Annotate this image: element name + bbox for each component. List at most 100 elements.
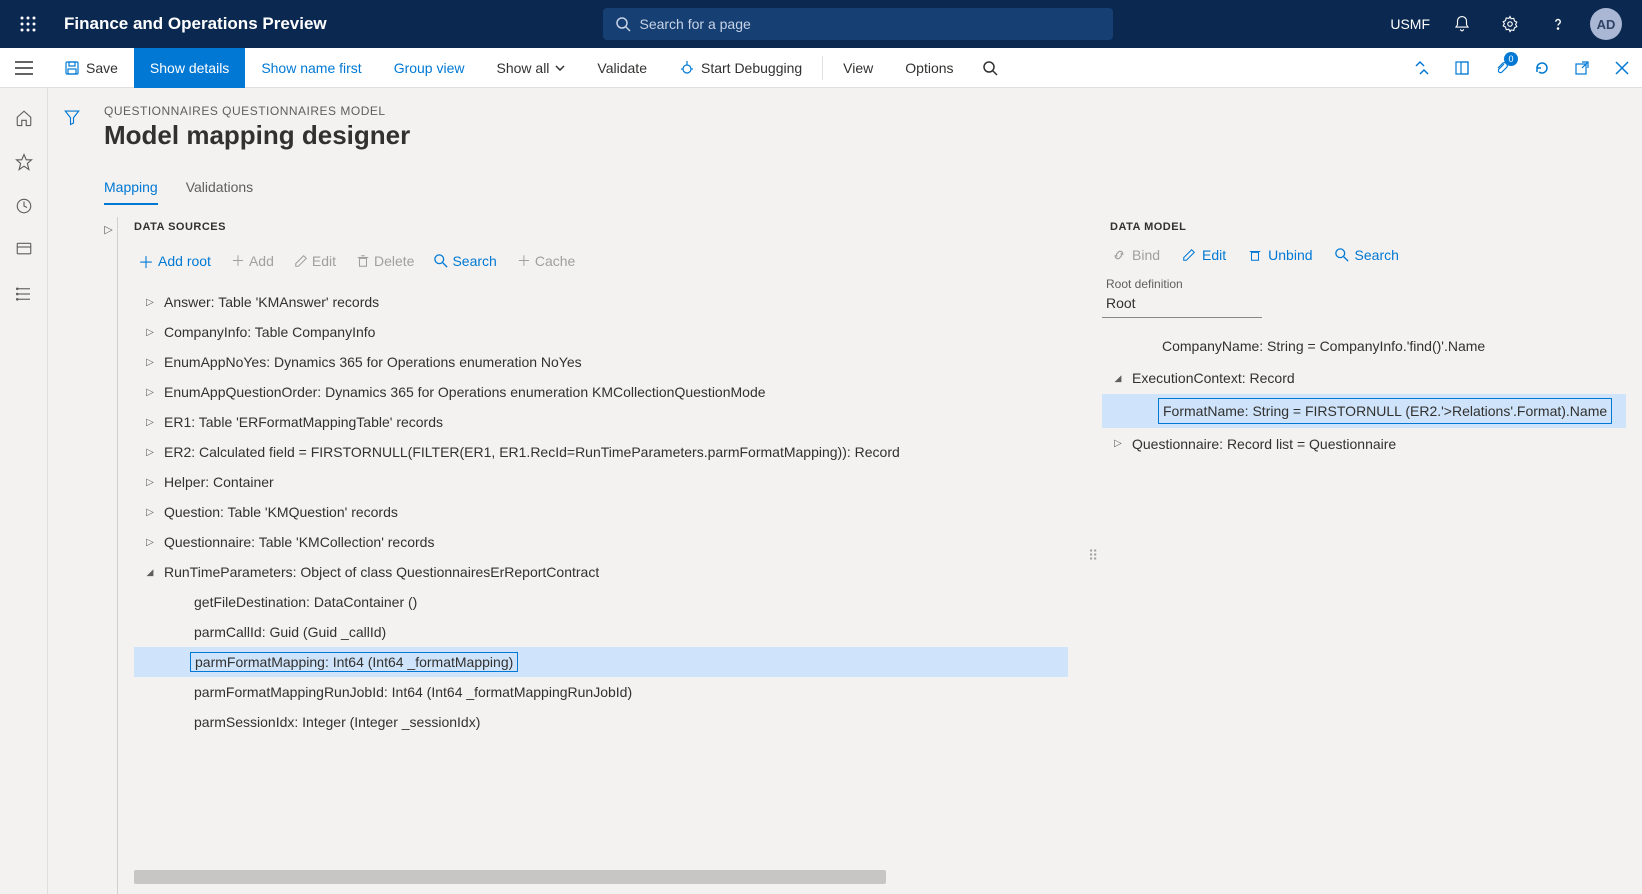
tree-item-label: Helper: Container (160, 474, 274, 490)
home-icon[interactable] (14, 108, 34, 128)
ds-tree-row[interactable]: ▷Question: Table 'KMQuestion' records (134, 497, 1068, 527)
ds-tree-row[interactable]: ▷ER1: Table 'ERFormatMappingTable' recor… (134, 407, 1068, 437)
data-model-tree[interactable]: CompanyName: String = CompanyInfo.'find(… (1102, 330, 1626, 460)
modules-icon[interactable] (14, 284, 34, 304)
workspaces-icon[interactable] (14, 240, 34, 260)
trash-icon (1248, 248, 1262, 262)
global-search[interactable] (603, 8, 1113, 40)
ds-tree-row[interactable]: ▷Questionnaire: Table 'KMCollection' rec… (134, 527, 1068, 557)
ds-tree-row[interactable]: parmCallId: Guid (Guid _callId) (134, 617, 1068, 647)
cache-button[interactable]: ＋Cache (517, 251, 575, 271)
tree-item-label: parmFormatMappingRunJobId: Int64 (Int64 … (190, 684, 632, 700)
splitter-handle[interactable]: ⠿ (1088, 547, 1098, 564)
tree-item-label: EnumAppNoYes: Dynamics 365 for Operation… (160, 354, 582, 370)
add-label: Add (249, 253, 274, 269)
recent-icon[interactable] (14, 196, 34, 216)
close-icon[interactable] (1602, 48, 1642, 88)
add-button[interactable]: ＋Add (231, 251, 274, 271)
validate-button[interactable]: Validate (581, 48, 663, 88)
dm-tree-row[interactable]: ▷Questionnaire: Record list = Questionna… (1102, 428, 1626, 460)
ds-tree-row[interactable]: parmFormatMapping: Int64 (Int64 _formatM… (134, 647, 1068, 677)
ds-tree-row[interactable]: parmFormatMappingRunJobId: Int64 (Int64 … (134, 677, 1068, 707)
ds-tree-row[interactable]: ▷EnumAppQuestionOrder: Dynamics 365 for … (134, 377, 1068, 407)
search-icon (615, 16, 631, 32)
dm-tree-row[interactable]: FormatName: String = FIRSTORNULL (ER2.'>… (1102, 394, 1626, 428)
tree-caret-icon[interactable]: ▷ (140, 507, 160, 518)
save-button[interactable]: Save (48, 48, 134, 88)
tree-caret-icon[interactable]: ▷ (140, 387, 160, 398)
show-details-button[interactable]: Show details (134, 48, 245, 88)
tree-caret-icon[interactable]: ▷ (140, 297, 160, 308)
notifications-icon[interactable] (1446, 8, 1478, 40)
start-debugging-label: Start Debugging (701, 60, 802, 76)
ds-tree-row[interactable]: ▷ER2: Calculated field = FIRSTORNULL(FIL… (134, 437, 1068, 467)
tree-caret-icon[interactable]: ▷ (140, 357, 160, 368)
delete-label: Delete (374, 253, 414, 269)
global-search-input[interactable] (639, 16, 1101, 32)
tab-validations[interactable]: Validations (186, 179, 253, 205)
edit-button[interactable]: Edit (294, 253, 336, 269)
action-bar: Save Show details Show name first Group … (0, 48, 1642, 88)
tree-caret-icon[interactable]: ◢ (1108, 367, 1128, 389)
tree-item-label: parmSessionIdx: Integer (Integer _sessio… (190, 714, 480, 730)
ds-tree-row[interactable]: ◢RunTimeParameters: Object of class Ques… (134, 557, 1068, 587)
add-root-button[interactable]: ＋Add root (138, 249, 211, 273)
tree-caret-icon[interactable]: ▷ (140, 447, 160, 458)
dm-tree-row[interactable]: CompanyName: String = CompanyInfo.'find(… (1102, 330, 1626, 362)
search-icon (434, 254, 448, 268)
search-dm-button[interactable]: Search (1335, 247, 1399, 263)
add-root-label: Add root (158, 253, 211, 269)
user-avatar[interactable]: AD (1590, 8, 1622, 40)
tree-caret-icon[interactable]: ▷ (140, 477, 160, 488)
group-view-label: Group view (394, 60, 465, 76)
ds-tree-row[interactable]: ▷Answer: Table 'KMAnswer' records (134, 287, 1068, 317)
settings-icon[interactable] (1494, 8, 1526, 40)
help-icon[interactable] (1542, 8, 1574, 40)
page-title: Model mapping designer (100, 120, 1642, 151)
root-definition-value[interactable]: Root (1102, 291, 1262, 318)
app-launcher-icon[interactable] (8, 16, 48, 32)
horizontal-scrollbar[interactable] (134, 870, 886, 884)
tree-caret-icon[interactable]: ▷ (140, 537, 160, 548)
tree-item-label: Question: Table 'KMQuestion' records (160, 504, 398, 520)
data-sources-tree[interactable]: ▷Answer: Table 'KMAnswer' records▷Compan… (134, 287, 1074, 866)
bind-label: Bind (1132, 247, 1160, 263)
tree-caret-icon[interactable]: ▷ (1108, 433, 1128, 455)
start-debugging-button[interactable]: Start Debugging (663, 48, 818, 88)
ds-tree-row[interactable]: ▷EnumAppNoYes: Dynamics 365 for Operatio… (134, 347, 1068, 377)
ds-tree-row[interactable]: getFileDestination: DataContainer () (134, 587, 1068, 617)
show-name-first-button[interactable]: Show name first (245, 48, 377, 88)
show-all-button[interactable]: Show all (481, 48, 582, 88)
show-details-label: Show details (150, 60, 229, 76)
collapse-handle[interactable]: ▷ (100, 217, 118, 894)
tree-caret-icon[interactable]: ▷ (140, 417, 160, 428)
view-button[interactable]: View (827, 48, 889, 88)
unbind-button[interactable]: Unbind (1248, 247, 1312, 263)
save-label: Save (86, 60, 118, 76)
dm-tree-row[interactable]: ◢ExecutionContext: Record (1102, 362, 1626, 394)
tree-item-label: parmFormatMapping: Int64 (Int64 _formatM… (190, 652, 518, 672)
refresh-icon[interactable] (1522, 48, 1562, 88)
office-icon[interactable] (1442, 48, 1482, 88)
find-button[interactable] (970, 48, 1010, 88)
tree-caret-icon[interactable]: ▷ (140, 327, 160, 338)
filter-icon[interactable] (63, 108, 81, 126)
nav-toggle-icon[interactable] (0, 61, 48, 75)
tree-caret-icon[interactable]: ◢ (140, 567, 160, 578)
delete-button[interactable]: Delete (356, 253, 414, 269)
ds-tree-row[interactable]: ▷Helper: Container (134, 467, 1068, 497)
search-button[interactable]: Search (434, 253, 496, 269)
related-icon[interactable] (1402, 48, 1442, 88)
edit-dm-button[interactable]: Edit (1182, 247, 1226, 263)
options-button[interactable]: Options (889, 48, 969, 88)
bind-button[interactable]: Bind (1112, 247, 1160, 263)
company-picker[interactable]: USMF (1390, 16, 1430, 32)
ds-tree-row[interactable]: parmSessionIdx: Integer (Integer _sessio… (134, 707, 1068, 737)
favorites-icon[interactable] (14, 152, 34, 172)
ds-tree-row[interactable]: ▷CompanyInfo: Table CompanyInfo (134, 317, 1068, 347)
group-view-button[interactable]: Group view (378, 48, 481, 88)
tab-mapping[interactable]: Mapping (104, 179, 158, 205)
debug-icon (679, 60, 695, 76)
popout-icon[interactable] (1562, 48, 1602, 88)
attachments-icon[interactable]: 0 (1482, 48, 1522, 88)
